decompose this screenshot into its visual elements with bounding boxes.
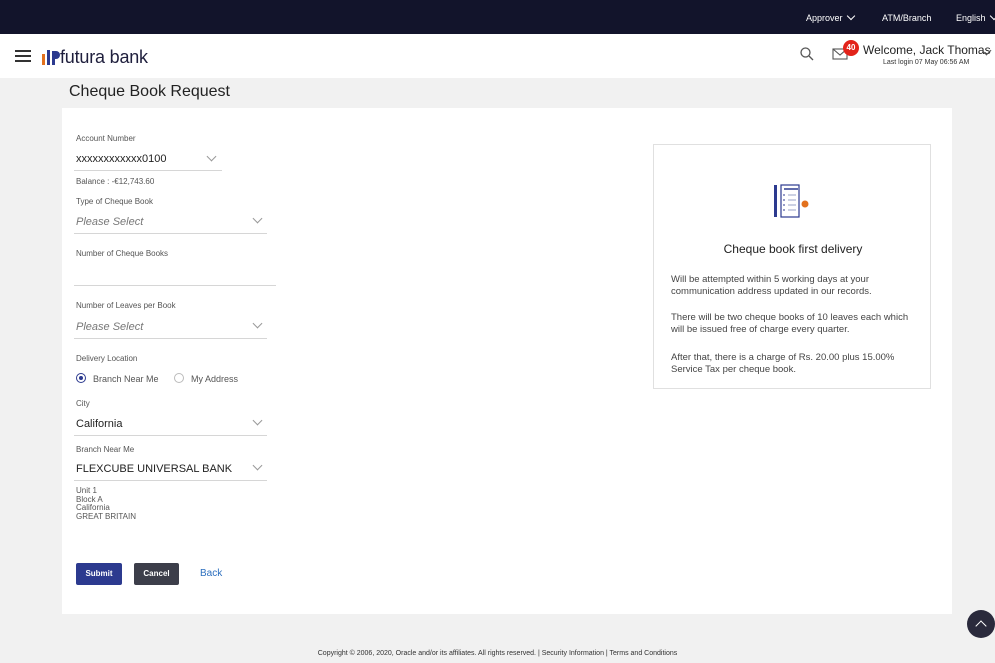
branch-underline — [74, 480, 267, 481]
approver-label: Approver — [806, 13, 843, 23]
info-paragraph: Will be attempted within 5 working days … — [671, 274, 872, 297]
footer-text: Copyright © 2006, 2020, Oracle and/or it… — [317, 650, 678, 657]
account-number-label: Account Number — [76, 134, 136, 143]
radio-branch-near-me[interactable] — [76, 373, 86, 383]
brand-name[interactable]: futura bank — [60, 47, 148, 68]
last-login-text: Last login 07 May 06:56 AM — [883, 59, 970, 66]
cheque-book-icon — [774, 184, 809, 218]
approver-menu[interactable]: Approver — [806, 11, 855, 23]
page-title: Cheque Book Request — [69, 83, 230, 100]
cheque-type-underline — [74, 233, 267, 234]
account-number-select[interactable]: xxxxxxxxxxxx0100 — [76, 153, 166, 165]
cheque-type-select[interactable]: Please Select — [76, 216, 143, 228]
submit-button[interactable]: Submit — [76, 563, 122, 585]
city-label: City — [76, 399, 90, 408]
header: futura bank 40 Welcome, Jack Thomas Last… — [0, 34, 995, 78]
info-title: Cheque book first delivery — [723, 242, 863, 256]
atm-branch-link[interactable]: ATM/Branch — [882, 13, 931, 23]
city-underline — [74, 435, 267, 436]
radio-my-address[interactable] — [174, 373, 184, 383]
radio-branch-near-me-label[interactable]: Branch Near Me — [93, 374, 159, 384]
info-paragraph: There will be two cheque books of 10 lea… — [671, 312, 909, 335]
leaves-select[interactable]: Please Select — [76, 321, 143, 333]
info-card: Cheque book first delivery Will be attem… — [653, 144, 931, 389]
cheque-type-label: Type of Cheque Book — [76, 197, 153, 206]
notification-badge: 40 — [843, 40, 859, 56]
radio-my-address-label[interactable]: My Address — [191, 374, 238, 384]
info-paragraph: After that, there is a charge of Rs. 20.… — [671, 352, 895, 375]
balance-text: Balance : -€12,743.60 — [76, 177, 155, 186]
scroll-top-icon[interactable] — [967, 610, 995, 638]
leaves-underline — [74, 338, 267, 339]
delivery-location-label: Delivery Location — [76, 354, 138, 363]
chevron-down-icon — [989, 11, 995, 21]
branch-address: Unit 1 Block A California GREAT BRITAIN — [76, 486, 137, 521]
language-label: English — [956, 13, 986, 23]
search-icon[interactable] — [799, 46, 815, 62]
chevron-down-icon — [846, 11, 855, 21]
menu-icon[interactable] — [15, 50, 31, 62]
account-number-underline — [74, 170, 222, 171]
bank-logo-icon — [42, 50, 60, 65]
branch-select[interactable]: FLEXCUBE UNIVERSAL BANK — [76, 463, 232, 475]
address-line: GREAT BRITAIN — [76, 511, 137, 521]
cancel-button[interactable]: Cancel — [134, 563, 179, 585]
language-menu[interactable]: English — [956, 11, 995, 23]
num-books-label: Number of Cheque Books — [76, 249, 169, 258]
back-link[interactable]: Back — [200, 568, 222, 579]
top-bar: Approver ATM/Branch English — [0, 0, 995, 34]
num-books-underline — [74, 285, 276, 286]
atm-branch-label: ATM/Branch — [882, 13, 932, 23]
num-books-input[interactable] — [76, 266, 276, 282]
welcome-text[interactable]: Welcome, Jack Thomas — [863, 43, 991, 57]
leaves-label: Number of Leaves per Book — [76, 301, 176, 310]
city-select[interactable]: California — [76, 418, 122, 430]
branch-label: Branch Near Me — [76, 445, 135, 454]
